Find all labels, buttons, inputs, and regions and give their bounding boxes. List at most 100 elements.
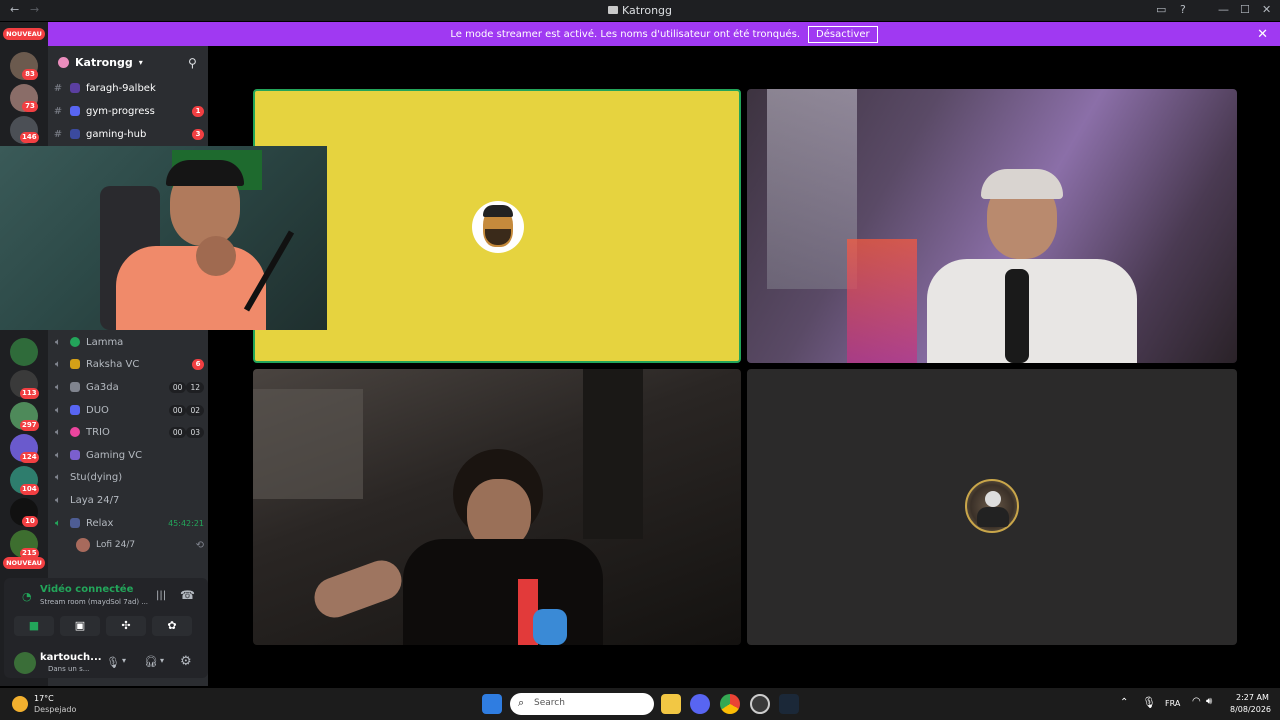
- channel-label: gym-progress: [86, 105, 155, 117]
- add-member-icon[interactable]: ⚲: [188, 56, 197, 70]
- start-menu-icon[interactable]: [482, 694, 502, 714]
- voice-channel-studying[interactable]: 🔈︎ Stu(dying): [52, 467, 204, 487]
- voice-channel-raksha-vc[interactable]: 🔈︎ Raksha VC 6: [52, 354, 204, 374]
- server-icon[interactable]: [10, 338, 38, 366]
- close-banner-icon[interactable]: ✕: [1257, 27, 1268, 42]
- camera-button[interactable]: ■: [14, 616, 54, 636]
- search-icon: ⌕: [518, 696, 525, 709]
- unread-badge: 1: [192, 105, 204, 117]
- channel-gym-progress[interactable]: # gym-progress 1: [52, 101, 204, 121]
- voice-channel-gaming-vc[interactable]: 🔈︎ Gaming VC: [52, 445, 204, 465]
- avatar: [76, 538, 90, 552]
- help-icon[interactable]: ?: [1180, 3, 1186, 16]
- taskbar-search[interactable]: ⌕ Search: [510, 693, 654, 715]
- video-tile-camera[interactable]: [747, 89, 1237, 363]
- channel-label: gaming-hub: [86, 128, 147, 140]
- disconnect-icon[interactable]: ☎: [180, 588, 195, 602]
- signal-icon: ◔: [22, 590, 32, 603]
- minimize-icon[interactable]: —: [1218, 3, 1229, 16]
- wifi-icon[interactable]: ◠: [1192, 696, 1201, 707]
- channel-label: Laya 24/7: [70, 494, 120, 506]
- username[interactable]: kartouch...: [40, 652, 102, 663]
- weather-icon[interactable]: [12, 696, 28, 712]
- video-tile-avatar[interactable]: [747, 369, 1237, 645]
- member-name: Lofi 24/7: [96, 540, 136, 550]
- server-header[interactable]: Katrongg ▾: [58, 56, 143, 69]
- channel-emoji-icon: [70, 337, 80, 347]
- channel-label: Relax: [86, 517, 114, 529]
- voice-channel-trio[interactable]: 🔈︎ TRIO 00 03: [52, 422, 204, 442]
- channel-label: Ga3da: [86, 381, 119, 393]
- chevron-down-icon[interactable]: ▾: [122, 656, 126, 665]
- voice-member[interactable]: Lofi 24/7 ⟲: [76, 535, 204, 555]
- avatar: [472, 201, 524, 253]
- hash-icon: #: [53, 105, 63, 117]
- settings-gear-icon[interactable]: ⚙: [180, 654, 192, 669]
- microphone-icon[interactable]: 🎙︎: [106, 656, 120, 669]
- voice-status-title[interactable]: Vidéo connectée: [40, 584, 133, 595]
- steam-icon[interactable]: [779, 694, 799, 714]
- mention-badge: 113: [20, 388, 39, 399]
- voice-channel-duo[interactable]: 🔈︎ DUO 00 02: [52, 400, 204, 420]
- title-bar: ← → Katrongg ▭ ? — ☐ ✕: [0, 0, 1280, 21]
- hash-icon: #: [53, 82, 63, 94]
- channel-label: DUO: [86, 404, 109, 416]
- video-call-area: [208, 46, 1280, 686]
- channel-label: Gaming VC: [86, 449, 143, 461]
- app-icon[interactable]: [750, 694, 770, 714]
- disable-streamer-button[interactable]: Désactiver: [808, 25, 878, 43]
- weather-temp[interactable]: 17°C: [34, 694, 54, 703]
- channel-faragh-9albek[interactable]: # faragh-9albek: [52, 78, 204, 98]
- screen-share-icon: ▣: [74, 619, 86, 632]
- speaker-icon: 🔈︎: [55, 517, 61, 529]
- activities-button[interactable]: ✣: [106, 616, 146, 636]
- clock-time[interactable]: 2:27 AM: [1236, 693, 1269, 702]
- limit-count: 03: [186, 426, 204, 438]
- server-name: Katrongg: [75, 56, 133, 69]
- session-timer: 45:42:21: [168, 518, 204, 528]
- avatar[interactable]: [14, 652, 36, 674]
- screen-share-button[interactable]: ▣: [60, 616, 100, 636]
- soundboard-button[interactable]: ✿: [152, 616, 192, 636]
- noise-suppression-icon[interactable]: |||: [156, 590, 166, 601]
- mention-badge: 124: [20, 452, 39, 463]
- discord-icon[interactable]: [690, 694, 710, 714]
- chrome-icon[interactable]: [720, 694, 740, 714]
- mention-badge: 297: [20, 420, 39, 431]
- banner-text: Le mode streamer est activé. Les noms d'…: [450, 28, 801, 40]
- volume-icon[interactable]: 🔊︎: [1206, 696, 1212, 707]
- channel-gaming-hub[interactable]: # gaming-hub 3: [52, 124, 204, 144]
- speaker-icon: 🔈︎: [55, 449, 61, 461]
- chevron-down-icon[interactable]: ▾: [160, 656, 164, 665]
- channel-emoji-icon: [70, 405, 80, 415]
- channel-emoji-icon: [70, 83, 80, 93]
- search-placeholder: Search: [534, 698, 565, 708]
- microphone-icon[interactable]: 🎙︎: [1142, 696, 1156, 709]
- voice-channel-laya[interactable]: 🔈︎ Laya 24/7: [52, 490, 204, 510]
- chevron-up-icon[interactable]: ⌃: [1120, 697, 1128, 708]
- voice-channel-lamma[interactable]: 🔈︎ Lamma: [52, 332, 204, 352]
- channel-label: Raksha VC: [86, 358, 140, 370]
- avatar: [965, 479, 1019, 533]
- activity-icon: ⟲: [195, 539, 204, 551]
- voice-channel-relax[interactable]: 🔈︎ Relax 45:42:21: [52, 513, 204, 533]
- channel-emoji-icon: [70, 129, 80, 139]
- headphones-icon[interactable]: 🎧︎: [144, 655, 158, 668]
- connected-count: 00: [168, 381, 187, 393]
- voice-status-subtitle: Stream room (maydSol 7ad) ...: [40, 598, 149, 606]
- channel-emoji-icon: [70, 106, 80, 116]
- video-tile-camera[interactable]: [253, 369, 741, 645]
- clock-date[interactable]: 8/08/2026: [1230, 705, 1271, 714]
- weather-desc: Despejado: [34, 705, 77, 714]
- chevron-down-icon: ▾: [138, 58, 143, 67]
- close-window-icon[interactable]: ✕: [1262, 3, 1271, 16]
- mention-badge: 73: [22, 101, 38, 112]
- language-indicator[interactable]: FRA: [1165, 699, 1180, 708]
- inbox-icon[interactable]: ▭: [1156, 3, 1166, 16]
- user-panel: kartouch... Dans un s... 🎙︎ ▾ 🎧︎ ▾ ⚙: [4, 646, 208, 682]
- speaker-icon: 🔈︎: [55, 336, 61, 348]
- new-badge: NOUVEAU: [3, 28, 45, 40]
- file-explorer-icon[interactable]: [661, 694, 681, 714]
- maximize-icon[interactable]: ☐: [1240, 3, 1250, 16]
- voice-channel-ga3da[interactable]: 🔈︎ Ga3da 00 12: [52, 377, 204, 397]
